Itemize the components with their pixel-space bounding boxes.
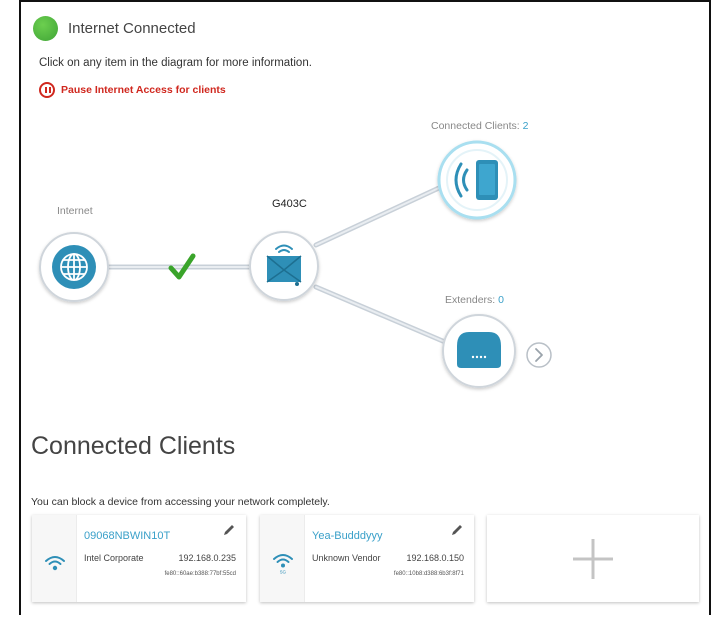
connected-clients-node[interactable] (437, 140, 517, 220)
extenders-count: 0 (498, 294, 504, 306)
section-title: Connected Clients (31, 432, 236, 460)
edit-pencil-icon[interactable] (450, 523, 464, 537)
client-card[interactable]: 09068NBWIN10T Intel Corporate 192.168.0.… (32, 515, 246, 602)
edit-pencil-icon[interactable] (222, 523, 236, 537)
connected-clients-text: Connected Clients: (431, 120, 520, 132)
extenders-label: Extenders: 0 (445, 294, 504, 306)
network-diagram (39, 140, 517, 388)
plus-icon (573, 538, 613, 579)
extender-icon (457, 332, 501, 368)
client-ip: 192.168.0.235 (178, 553, 236, 563)
client-mac: fe80::10b8:d388:6b3f:8f71 (393, 571, 464, 577)
band-label: 5G (280, 570, 287, 575)
router-node[interactable] (249, 231, 319, 301)
client-name: 09068NBWIN10T (84, 530, 171, 542)
internet-label: Internet (57, 205, 93, 217)
extenders-node[interactable] (442, 314, 516, 388)
router-label: G403C (272, 198, 307, 210)
wifi-icon (45, 556, 65, 571)
chevron-right-icon[interactable] (525, 341, 553, 369)
connected-clients-count: 2 (522, 120, 529, 132)
internet-node[interactable] (39, 232, 109, 302)
client-vendor: Intel Corporate (84, 553, 144, 563)
block-hint: You can block a device from accessing yo… (31, 496, 330, 508)
client-ip: 192.168.0.150 (406, 553, 464, 563)
client-name: Yea-Budddyyy (312, 530, 383, 542)
client-vendor: Unknown Vendor (312, 553, 381, 563)
globe-icon (60, 253, 88, 281)
connected-clients-label: Connected Clients: 2 (431, 120, 528, 132)
add-client-button[interactable] (487, 515, 699, 602)
client-card[interactable]: 5G Yea-Budddyyy Unknown Vendor 192.168.0… (260, 515, 474, 602)
client-mac: fe80::60ae:b388:77bf:55cd (164, 571, 236, 577)
extenders-text: Extenders: (445, 294, 496, 306)
main-panel: Internet Connected Click on any item in … (19, 0, 711, 615)
wifi-5g-icon: 5G (273, 554, 293, 575)
